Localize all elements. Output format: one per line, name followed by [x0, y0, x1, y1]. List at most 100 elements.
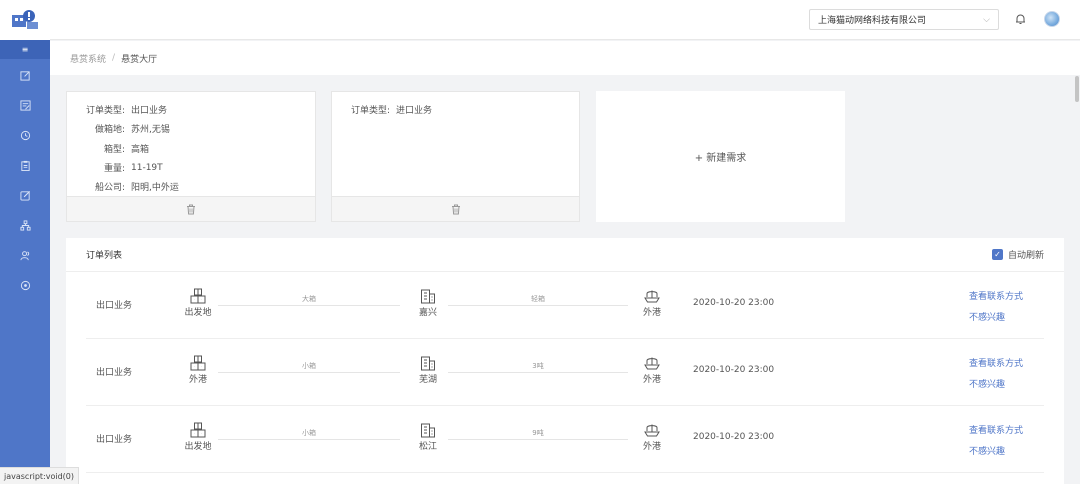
route-line: [218, 439, 400, 440]
users-icon: [19, 250, 29, 260]
load-weight: 3吨: [532, 362, 544, 370]
field-value: 阳明,中外运: [131, 183, 179, 194]
view-contact-link[interactable]: 查看联系方式: [969, 289, 1023, 302]
user-avatar[interactable]: [1044, 11, 1060, 27]
requirement-card-2: 订单类型: 进口业务: [331, 91, 580, 222]
app-logo[interactable]: [0, 0, 50, 40]
company-select-value: 上海猫动网络科技有限公司: [818, 16, 927, 26]
trash-icon[interactable]: [186, 204, 196, 215]
route-line: [218, 372, 400, 373]
view-contact-link[interactable]: 查看联系方式: [969, 423, 1023, 436]
warehouse-icon: [190, 288, 206, 304]
order-row: 出口业务 外港 小箱 芜湖 3吨 外港 2020-10-20 23:00 查看联…: [86, 339, 1044, 406]
sidebar-item-7[interactable]: [0, 240, 50, 270]
view-contact-link[interactable]: 查看联系方式: [969, 356, 1023, 369]
origin-label: 出发地: [184, 308, 212, 318]
new-requirement-button[interactable]: + 新建需求: [596, 91, 845, 222]
card-footer: [67, 196, 315, 221]
trash-icon[interactable]: [451, 204, 461, 215]
field-value: 进口业务: [396, 106, 433, 117]
not-interested-link[interactable]: 不感兴趣: [969, 444, 1005, 457]
scrollbar-track[interactable]: [1072, 75, 1080, 484]
field-label: 重量:: [103, 164, 125, 175]
route-line: [218, 305, 400, 306]
route-line: [448, 439, 628, 440]
ship-icon: [644, 290, 660, 303]
sidebar: ≡: [0, 0, 50, 484]
route-origin: 外港: [178, 355, 218, 385]
field-label: 做箱地:: [94, 125, 125, 136]
order-row: 出口业务 出发地 小箱 松江 9吨 外港 2020-10-20 23:00 查看…: [86, 406, 1044, 473]
sidebar-item-5[interactable]: [0, 180, 50, 210]
warehouse-icon: [190, 355, 206, 371]
route-destination: 外港: [632, 355, 672, 385]
field-label: 箱型:: [103, 144, 125, 155]
container-size: 小箱: [302, 362, 316, 370]
route-destination: 外港: [632, 422, 672, 452]
route-destination: 外港: [632, 288, 672, 318]
auto-refresh-toggle[interactable]: ✓ 自动刷新: [991, 248, 1044, 261]
breadcrumb: 悬赏系统 / 悬赏大厅: [50, 41, 1080, 75]
stop-label: 芜湖: [418, 375, 437, 385]
route-stop: 芜湖: [408, 355, 448, 385]
order-list-title: 订单列表: [86, 251, 123, 261]
sidebar-item-8[interactable]: [0, 270, 50, 300]
requirement-card-1: 订单类型: 出口业务 做箱地: 苏州,无锡 箱型: 高箱 重量: 11-19T 船公司:…: [66, 91, 316, 222]
edit-icon: [19, 70, 30, 81]
sidebar-item-4[interactable]: [0, 150, 50, 180]
origin-label: 外港: [188, 375, 207, 385]
sidebar-item-2[interactable]: [0, 90, 50, 120]
route-stop: 嘉兴: [408, 288, 448, 318]
file-edit-icon: [19, 99, 31, 111]
field-value: 苏州,无锡: [131, 125, 170, 136]
compass-icon: [20, 280, 30, 290]
history-icon: [20, 130, 30, 140]
destination-label: 外港: [642, 442, 661, 452]
destination-label: 外港: [642, 308, 661, 318]
order-time: 2020-10-20 23:00: [693, 365, 775, 375]
auto-refresh-checkbox[interactable]: ✓: [991, 249, 1003, 260]
field-label: 订单类型:: [85, 106, 125, 117]
field-value: 11-19T: [131, 162, 163, 173]
field-value: 高箱: [131, 144, 150, 155]
route-origin: 出发地: [178, 422, 218, 452]
order-list-panel: 订单列表 ✓ 自动刷新 出口业务 出发地 大箱 嘉兴 轻箱 外港 2020-10…: [66, 238, 1064, 484]
building-icon: [421, 289, 435, 304]
breadcrumb-separator: /: [112, 53, 116, 63]
field-label: 订单类型:: [350, 106, 390, 117]
breadcrumb-item-current: 悬赏大厅: [121, 54, 158, 65]
chevron-down-icon: ⌵: [983, 14, 990, 25]
route-line: [448, 372, 628, 373]
route-line: [448, 305, 628, 306]
breadcrumb-item-root[interactable]: 悬赏系统: [70, 52, 106, 65]
bell-icon: [1015, 14, 1025, 24]
origin-label: 出发地: [184, 442, 212, 452]
destination-label: 外港: [642, 375, 661, 385]
order-list-header: 订单列表 ✓ 自动刷新: [66, 238, 1064, 272]
edit-square-icon: [19, 190, 30, 201]
scrollbar-thumb[interactable]: [1075, 76, 1079, 102]
sidebar-item-3[interactable]: [0, 120, 50, 150]
clipboard-icon: [20, 160, 30, 171]
warehouse-icon: [190, 422, 206, 438]
load-weight: 9吨: [532, 429, 544, 437]
order-type: 出口业务: [96, 435, 133, 445]
building-icon: [421, 423, 435, 438]
sidebar-item-6[interactable]: [0, 210, 50, 240]
notification-button[interactable]: [1013, 12, 1027, 26]
field-label: 船公司:: [94, 183, 125, 194]
order-type: 出口业务: [96, 301, 133, 311]
auto-refresh-label: 自动刷新: [1007, 251, 1044, 261]
not-interested-link[interactable]: 不感兴趣: [969, 310, 1005, 323]
sidebar-collapse-button[interactable]: ≡: [0, 40, 50, 59]
container-size: 小箱: [302, 429, 316, 437]
not-interested-link[interactable]: 不感兴趣: [969, 377, 1005, 390]
new-requirement-label: + 新建需求: [694, 153, 747, 164]
sidebar-item-1[interactable]: [0, 60, 50, 90]
building-icon: [421, 356, 435, 371]
network-icon: [19, 219, 31, 231]
ship-icon: [644, 357, 660, 370]
card-footer: [332, 196, 579, 221]
top-bar: 上海猫动网络科技有限公司 ⌵: [50, 0, 1080, 40]
company-select[interactable]: 上海猫动网络科技有限公司 ⌵: [809, 9, 999, 30]
